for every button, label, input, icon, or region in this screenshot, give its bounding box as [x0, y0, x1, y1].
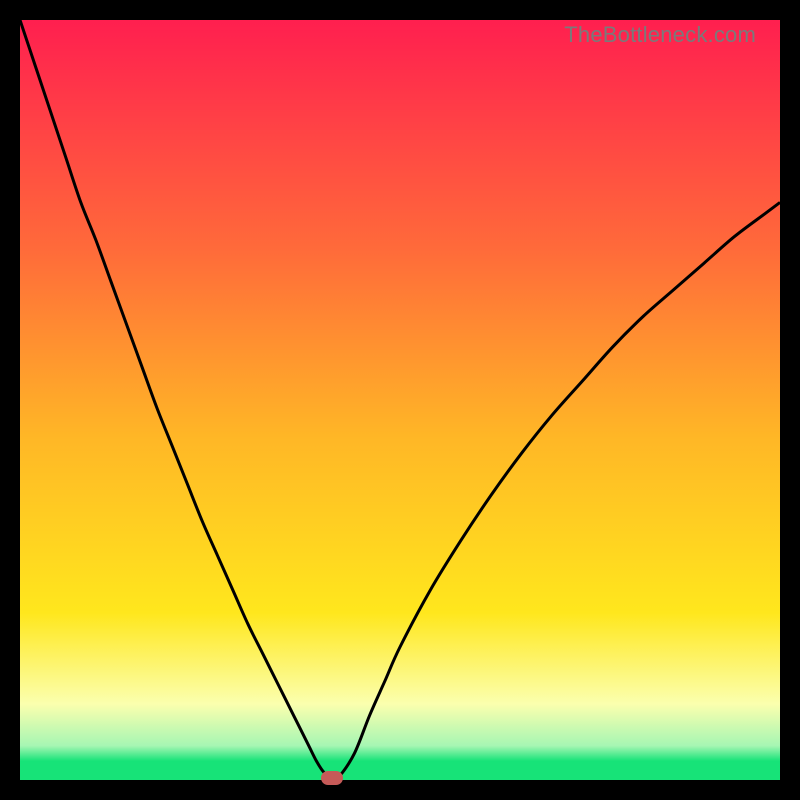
plot-frame: TheBottleneck.com	[20, 20, 780, 780]
optimum-marker	[321, 771, 343, 785]
curve-layer	[20, 20, 780, 780]
bottleneck-curve	[20, 20, 780, 778]
watermark-text: TheBottleneck.com	[564, 22, 756, 48]
